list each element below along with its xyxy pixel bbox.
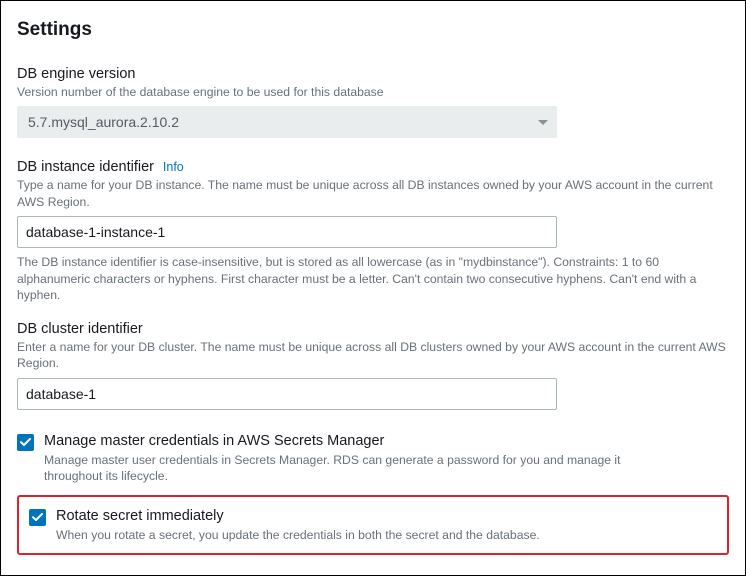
db-cluster-identifier-help: Enter a name for your DB cluster. The na…: [17, 339, 729, 372]
db-cluster-identifier-input[interactable]: [17, 378, 557, 410]
db-engine-version-help: Version number of the database engine to…: [17, 84, 729, 100]
info-link[interactable]: Info: [163, 160, 184, 174]
db-engine-version-select: 5.7.mysql_aurora.2.10.2: [17, 106, 557, 138]
db-engine-version-label: DB engine version: [17, 66, 136, 82]
db-instance-identifier-input[interactable]: [17, 216, 557, 248]
db-engine-version-value: 5.7.mysql_aurora.2.10.2: [28, 114, 179, 130]
manage-credentials-title: Manage master credentials in AWS Secrets…: [44, 432, 729, 450]
settings-card: Settings DB engine version Version numbe…: [0, 0, 746, 576]
db-engine-version-field: DB engine version Version number of the …: [17, 65, 729, 138]
db-cluster-identifier-field: DB cluster identifier Enter a name for y…: [17, 320, 729, 410]
manage-credentials-checkbox[interactable]: [17, 434, 34, 451]
caret-down-icon: [537, 114, 549, 130]
db-instance-identifier-help: Type a name for your DB instance. The na…: [17, 177, 729, 210]
rotate-secret-checkbox[interactable]: [29, 509, 46, 526]
db-instance-identifier-label: DB instance identifier: [17, 159, 154, 175]
db-instance-identifier-field: DB instance identifier Info Type a name …: [17, 158, 729, 303]
rotate-secret-row: Rotate secret immediately When you rotat…: [29, 505, 717, 546]
manage-credentials-desc: Manage master user credentials in Secret…: [44, 452, 634, 485]
rotate-secret-highlight: Rotate secret immediately When you rotat…: [17, 495, 729, 556]
rotate-secret-title: Rotate secret immediately: [56, 507, 717, 525]
page-title: Settings: [17, 19, 729, 41]
db-cluster-identifier-label: DB cluster identifier: [17, 321, 143, 337]
db-instance-identifier-constraint: The DB instance identifier is case-insen…: [17, 254, 729, 303]
manage-credentials-row: Manage master credentials in AWS Secrets…: [17, 430, 729, 487]
rotate-secret-desc: When you rotate a secret, you update the…: [56, 527, 646, 543]
